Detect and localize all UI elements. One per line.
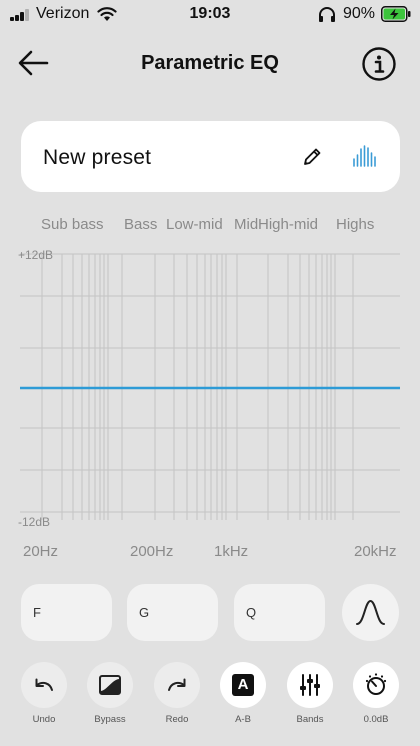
status-bar: Verizon 19:03 90% <box>0 0 420 28</box>
header: Parametric EQ <box>0 36 420 92</box>
band-label-high-mid: High-mid <box>258 216 319 233</box>
bands-tool[interactable]: Bands <box>287 662 333 725</box>
band-label-mid: Mid <box>234 216 259 233</box>
ab-tool[interactable]: A A-B <box>220 662 266 725</box>
q-field[interactable]: Q <box>234 584 325 641</box>
redo-button[interactable] <box>154 662 200 708</box>
filter-type-button[interactable] <box>342 584 399 641</box>
gain-max-label: +12dB <box>18 248 53 262</box>
freq-label-200hz: 200Hz <box>130 543 174 560</box>
knob-icon <box>365 673 387 695</box>
band-label-sub-bass: Sub bass <box>41 216 104 233</box>
ab-toggle-icon: A <box>232 674 254 696</box>
undo-label: Undo <box>32 714 56 725</box>
bands-button[interactable] <box>287 662 333 708</box>
frequency-field-label: F <box>33 605 41 620</box>
band-label-highs: Highs <box>336 216 375 233</box>
gain-value-label: 0.0dB <box>363 714 389 725</box>
q-field-label: Q <box>246 605 257 620</box>
ab-button[interactable]: A <box>220 662 266 708</box>
bands-label: Bands <box>296 714 324 725</box>
freq-label-20hz: 20Hz <box>23 543 59 560</box>
bypass-button[interactable] <box>87 662 133 708</box>
preset-card[interactable]: New preset <box>21 121 400 192</box>
gain-knob-tool[interactable]: 0.0dB <box>353 662 399 725</box>
gain-knob-button[interactable] <box>353 662 399 708</box>
band-labels: Sub bass Bass Low-mid Mid High-mid Highs <box>0 216 420 234</box>
battery-charging-icon <box>381 6 411 22</box>
undo-tool[interactable]: Undo <box>21 662 67 725</box>
gain-field-label: G <box>139 605 150 620</box>
undo-icon <box>35 678 53 691</box>
preset-name: New preset <box>43 146 152 169</box>
frequency-field[interactable]: F <box>21 584 112 641</box>
bypass-tool[interactable]: Bypass <box>87 662 133 725</box>
headphones-icon <box>319 7 335 22</box>
bell-curve-icon <box>356 599 385 625</box>
redo-icon <box>168 678 186 691</box>
frequency-labels: 20Hz 200Hz 1kHz 20kHz <box>0 543 420 561</box>
band-label-low-mid: Low-mid <box>166 216 223 233</box>
bar-levels-icon[interactable] <box>352 145 376 167</box>
redo-label: Redo <box>165 714 189 725</box>
sliders-icon <box>300 674 320 696</box>
undo-button[interactable] <box>21 662 67 708</box>
freq-label-1khz: 1kHz <box>214 543 249 560</box>
bypass-icon <box>99 675 121 695</box>
band-label-bass: Bass <box>124 216 158 233</box>
eq-graph[interactable]: +12dB -12dB <box>0 240 420 540</box>
gain-field[interactable]: G <box>127 584 218 641</box>
freq-label-20khz: 20kHz <box>354 543 397 560</box>
pencil-icon[interactable] <box>301 146 323 168</box>
bypass-label: Bypass <box>94 714 126 725</box>
gain-min-label: -12dB <box>18 515 50 529</box>
page-title: Parametric EQ <box>141 52 279 74</box>
battery-percent: 90% <box>343 5 376 22</box>
redo-tool[interactable]: Redo <box>154 662 200 725</box>
ab-label: A-B <box>235 714 251 725</box>
info-icon[interactable] <box>362 47 396 81</box>
